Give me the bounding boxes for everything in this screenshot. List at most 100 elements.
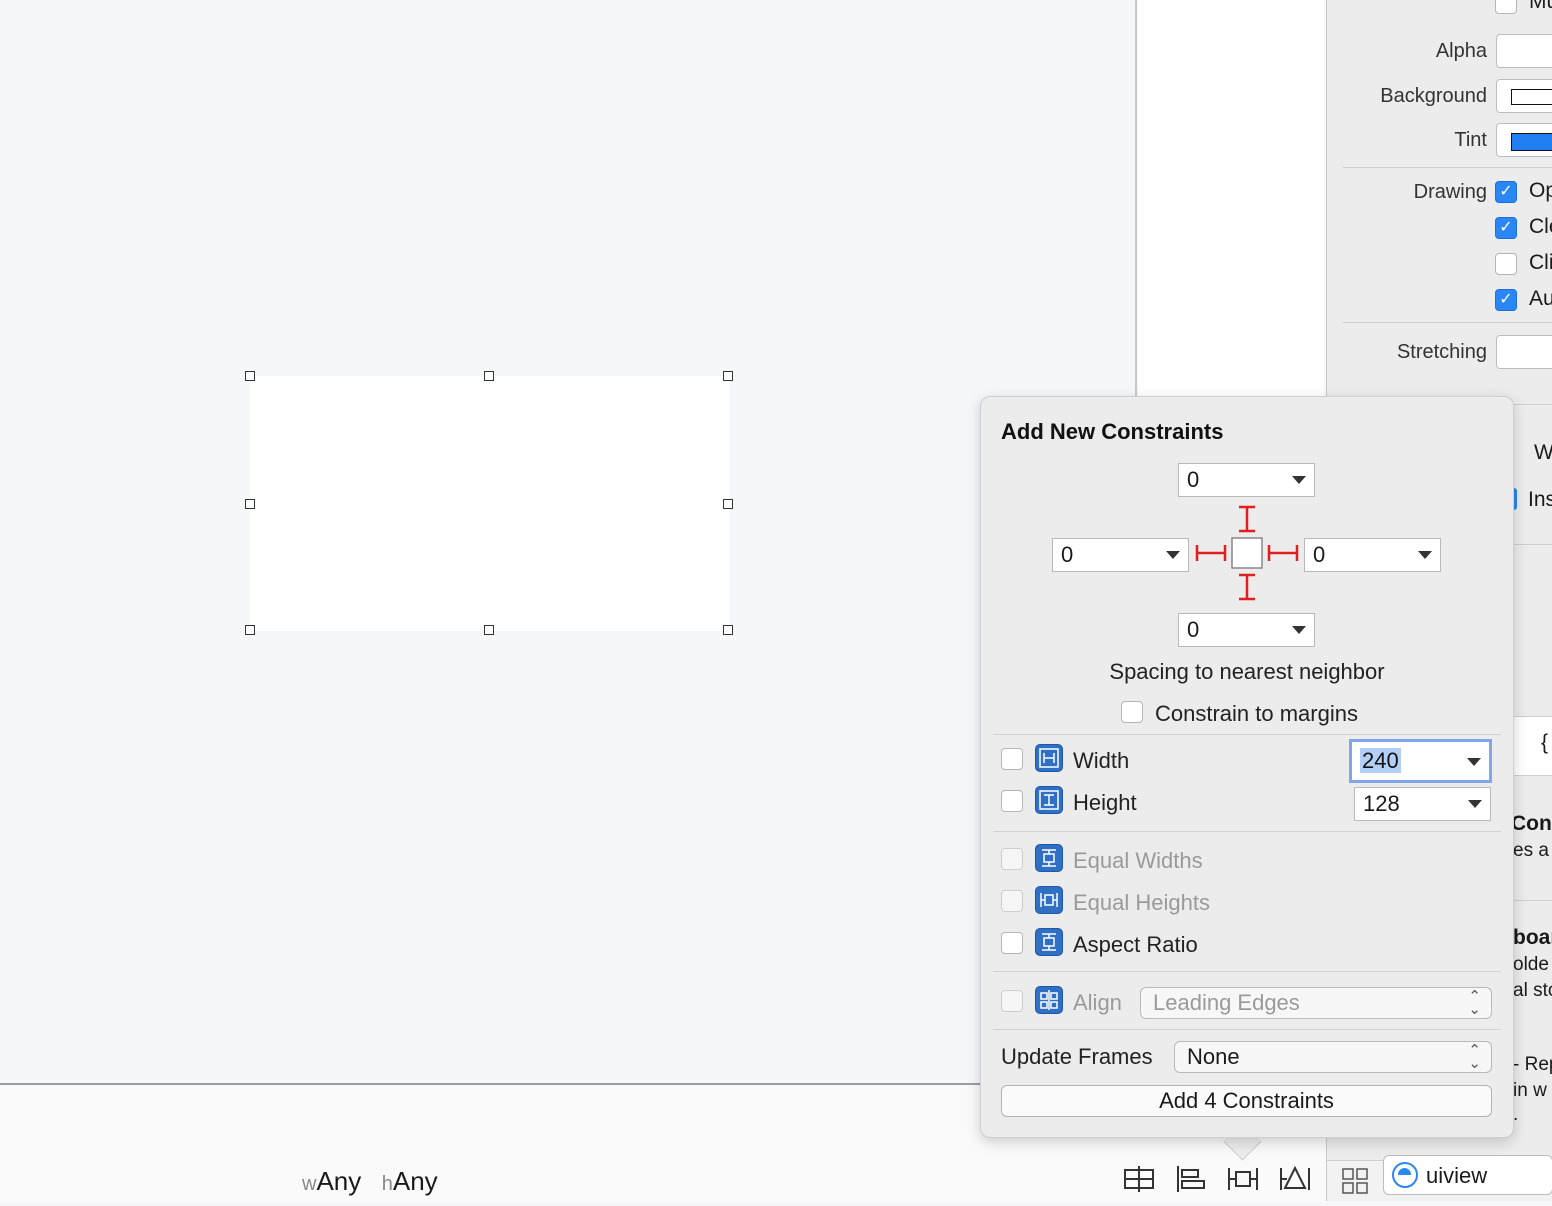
resize-handle-top[interactable] <box>484 371 494 381</box>
stretching-label: Stretching <box>1396 341 1487 363</box>
spacing-caption: Spacing to nearest neighbor <box>1109 659 1385 684</box>
library-item-title-1: Cont <box>1511 812 1552 835</box>
drawing-clears-checkbox[interactable]: ✓ <box>1495 217 1517 239</box>
spacing-right-value: 0 <box>1313 542 1326 567</box>
width-value: 240 <box>1360 748 1401 773</box>
equal-widths-icon <box>1035 844 1063 872</box>
alpha-field[interactable] <box>1496 34 1552 68</box>
equal-widths-checkbox[interactable] <box>1001 848 1023 870</box>
equal-heights-icon <box>1035 886 1063 914</box>
drawing-autoresize-label: Au <box>1529 287 1552 310</box>
library-item-desc-3a: - Rep <box>1513 1054 1552 1075</box>
drawing-opaque-checkbox[interactable]: ✓ <box>1495 181 1517 203</box>
resize-handle-bottom-left[interactable] <box>245 625 255 635</box>
equal-widths-label: Equal Widths <box>1073 848 1203 873</box>
library-tab-bar[interactable]: { <box>1513 716 1552 776</box>
separator <box>993 971 1501 972</box>
up-down-chevron-icon: ⌃ ⌄ <box>1468 1042 1481 1072</box>
grid-view-icon[interactable] <box>1341 1167 1369 1195</box>
top-cut-label: Mu <box>1529 0 1552 13</box>
spacing-left-value: 0 <box>1061 542 1074 567</box>
separator <box>1513 900 1552 901</box>
drawing-clips-checkbox[interactable] <box>1495 253 1517 275</box>
align-checkbox[interactable] <box>1001 990 1023 1012</box>
library-item-desc-2b: al sto <box>1513 980 1552 1001</box>
resolve-issues-icon[interactable] <box>1278 1162 1312 1196</box>
spacing-right-field[interactable]: 0 <box>1304 538 1441 572</box>
height-checkbox[interactable] <box>1001 790 1023 812</box>
equal-heights-label: Equal Heights <box>1073 890 1210 915</box>
update-frames-label: Update Frames <box>1001 1044 1153 1069</box>
library-item-desc-2a: olde <box>1513 954 1549 975</box>
equal-heights-checkbox[interactable] <box>1001 890 1023 912</box>
separator <box>993 734 1501 735</box>
constrain-margins-checkbox[interactable] <box>1121 701 1143 723</box>
library-search-field[interactable]: uiview <box>1383 1155 1552 1195</box>
spacing-top-value: 0 <box>1187 467 1200 492</box>
add-constraints-popover: Add New Constraints 0 0 0 0 Spacing to n… <box>980 396 1514 1138</box>
chevron-down-icon <box>1468 800 1482 808</box>
size-class-w-prefix: w <box>302 1173 317 1195</box>
chevron-down-icon <box>1292 626 1306 634</box>
aspect-ratio-icon <box>1035 928 1063 956</box>
spacing-bottom-value: 0 <box>1187 617 1200 642</box>
resize-handle-left[interactable] <box>245 499 255 509</box>
resize-handle-bottom[interactable] <box>484 625 494 635</box>
size-class-control[interactable]: wAny hAny <box>302 1166 438 1197</box>
height-label: Height <box>1073 790 1137 815</box>
code-snippet-icon: { <box>1541 731 1549 754</box>
stretching-field[interactable] <box>1496 335 1552 369</box>
spacing-bottom-field[interactable]: 0 <box>1178 613 1315 647</box>
width-checkbox[interactable] <box>1001 748 1023 770</box>
background-label: Background <box>1380 85 1487 107</box>
pin-icon[interactable] <box>1226 1162 1260 1196</box>
drawing-opaque-label: Op <box>1529 179 1552 202</box>
tint-swatch <box>1511 133 1552 151</box>
stack-icon[interactable] <box>1122 1162 1156 1196</box>
align-icon[interactable] <box>1174 1162 1208 1196</box>
add-constraints-button[interactable]: Add 4 Constraints <box>1001 1085 1492 1117</box>
background-color-well[interactable] <box>1496 79 1552 113</box>
size-class-w-value: Any <box>316 1166 362 1196</box>
resize-handle-top-left[interactable] <box>245 371 255 381</box>
align-popup[interactable]: Leading Edges ⌃ ⌄ <box>1140 987 1492 1019</box>
spacing-left-field[interactable]: 0 <box>1052 538 1189 572</box>
alpha-label: Alpha <box>1435 40 1487 62</box>
separator <box>1513 544 1552 545</box>
selected-view[interactable] <box>250 376 729 631</box>
cut-ins-label: Ins <box>1528 488 1552 511</box>
size-class-h-prefix: h <box>381 1173 393 1195</box>
resize-handle-bottom-right[interactable] <box>723 625 733 635</box>
separator <box>1513 404 1552 405</box>
width-value-field[interactable]: 240 <box>1349 739 1492 783</box>
filter-icon <box>1392 1162 1418 1188</box>
background-swatch <box>1511 89 1552 105</box>
constrain-margins-label: Constrain to margins <box>1155 701 1358 726</box>
align-label: Align <box>1073 990 1122 1015</box>
aspect-ratio-checkbox[interactable] <box>1001 932 1023 954</box>
library-item-desc-1: es a <box>1513 840 1549 861</box>
separator <box>1343 322 1552 323</box>
chevron-down-icon <box>1166 551 1180 559</box>
width-label: Width <box>1073 748 1130 773</box>
checkbox-top[interactable] <box>1495 0 1517 14</box>
size-class-h-value: Any <box>392 1166 438 1196</box>
height-value-field[interactable]: 128 <box>1354 787 1491 821</box>
drawing-clears-label: Cle <box>1529 215 1552 238</box>
library-item-desc-3b: in w <box>1513 1080 1547 1101</box>
library-filter-bar: uiview <box>1326 1155 1552 1201</box>
strut-top-toggle[interactable] <box>1233 539 1263 569</box>
resize-handle-top-right[interactable] <box>723 371 733 381</box>
update-frames-popup[interactable]: None ⌃ ⌄ <box>1174 1041 1492 1073</box>
cut-w-label: W <box>1534 441 1552 464</box>
separator <box>993 1029 1501 1030</box>
drawing-autoresize-checkbox[interactable]: ✓ <box>1495 289 1517 311</box>
up-down-chevron-icon: ⌃ ⌄ <box>1468 988 1481 1018</box>
popover-title: Add New Constraints <box>1001 419 1224 444</box>
separator <box>993 831 1501 832</box>
align-edges-icon <box>1035 986 1063 1014</box>
height-value: 128 <box>1363 791 1400 816</box>
resize-handle-right[interactable] <box>723 499 733 509</box>
spacing-top-field[interactable]: 0 <box>1178 463 1315 497</box>
tint-color-well[interactable] <box>1496 123 1552 157</box>
